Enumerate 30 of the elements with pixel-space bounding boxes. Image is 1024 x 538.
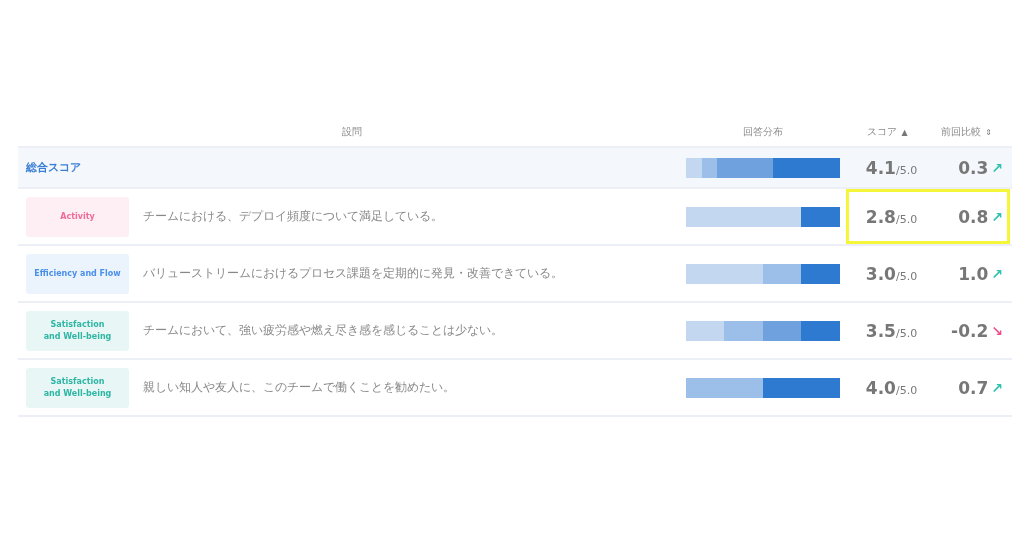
delta-value: -0.2 (951, 320, 989, 341)
trend-up-icon: ↗ (991, 265, 1003, 282)
trend-up-icon: ↗ (991, 208, 1003, 225)
trend-down-icon: ↘ (991, 322, 1003, 339)
delta-value: 0.3 (958, 157, 989, 178)
score-value: 4.1/5.0 (865, 157, 918, 178)
column-header: 設問 (342, 125, 362, 139)
column-header[interactable]: スコア (867, 125, 898, 139)
sort-icon[interactable]: ▲ (901, 127, 908, 137)
column-header: 回答分布 (743, 125, 783, 139)
delta-value: 1.0 (958, 263, 989, 284)
trend-up-icon: ↗ (991, 159, 1003, 176)
score-value: 4.0/5.0 (865, 377, 918, 398)
score-value: 3.5/5.0 (865, 320, 918, 341)
question-text: 親しい知人や友人に、このチームで働くことを勧めたい。 (142, 379, 456, 396)
trend-up-icon: ↗ (991, 379, 1003, 396)
total-label: 総合スコア (24, 160, 82, 175)
question-text: バリューストリームにおけるプロセス課題を定期的に発見・改善できている。 (142, 265, 564, 282)
question-text: チームにおける、デプロイ頻度について満足している。 (142, 208, 444, 225)
column-header[interactable]: 前回比較 (941, 125, 982, 139)
question-text: チームにおいて、強い疲労感や燃え尽き感を感じることは少ない。 (142, 322, 504, 339)
category-tag: Satisfaction and Well-being (26, 310, 129, 351)
sort-icon[interactable]: ⇕ (985, 127, 992, 137)
category-tag: Satisfaction and Well-being (26, 367, 129, 408)
delta-value: 0.8 (958, 206, 989, 227)
category-tag: Efficiency and Flow (26, 253, 129, 294)
score-value: 3.0/5.0 (865, 263, 918, 284)
category-tag: Activity (26, 196, 129, 237)
delta-value: 0.7 (958, 377, 989, 398)
score-value: 2.8/5.0 (865, 206, 918, 227)
